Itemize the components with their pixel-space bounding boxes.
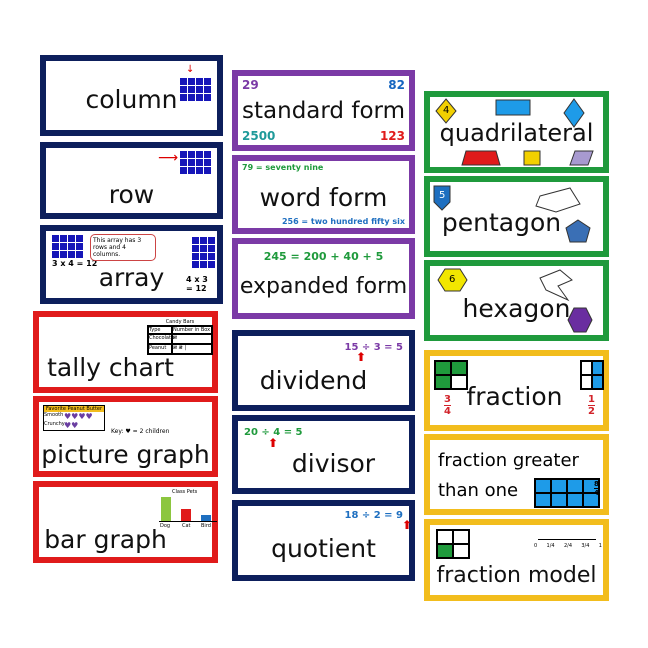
card-standard-form: 29 82 2500 123 standard form [232,70,415,151]
card-picture-graph: Favorite Peanut Butter Smooth ♥♥♥♥ Crunch… [33,396,218,477]
bar-cat [181,509,191,521]
fraction-label: 84 [594,480,599,497]
cell: Chocolate [148,334,174,344]
header: Number in Box [172,326,212,334]
card-fraction-model: 0 1/4 2/4 3/4 1 fraction model [424,519,609,601]
example: 79 = seventy nine [242,163,324,172]
key: Key: ♥ = 2 children [111,428,170,435]
speech-bubble: This array has 3 rows and 4 columns. [90,234,156,261]
arrow-up-icon: ⬆ [402,518,413,532]
card-word: quadrilateral [439,119,594,147]
header: Type [148,326,172,334]
example: 256 = two hundred fifty six [281,217,405,226]
card-column: column ↓ [40,55,223,136]
card-dividend: 15 ÷ 3 = 5 ⬆ dividend [232,330,415,411]
card-word-line2: than one [438,480,519,501]
array-grid [180,151,211,174]
card-word: dividend [259,366,368,395]
number: 4 [443,105,450,116]
card-word: fraction model [436,563,597,588]
fraction-square [534,478,568,508]
card-tally-chart: Candy Bars Type Number in Box Chocolate 𝍸 … [33,311,218,393]
card-word: standard form [242,98,405,124]
number: 29 [242,78,259,92]
arrow-down-icon: ↓ [186,64,195,75]
cell: ♥♥ [64,421,79,430]
bar-chart: Class Pets Dog Cat Bird [157,489,217,529]
fraction-square [436,529,470,559]
example: 245 = 200 + 40 + 5 [263,250,384,263]
example: 18 ÷ 2 = 9 [344,510,403,521]
card-word: row [108,180,155,209]
card-word: bar graph [44,525,167,554]
card-word: quotient [271,534,376,563]
card-array: 3 x 4 = 12 This array has 3 rows and 4 c… [40,225,223,304]
card-word: pentagon [441,208,562,237]
cell: Crunchy [44,421,65,427]
card-hexagon: 6 hexagon [424,260,609,341]
arrow-up-icon: ⬆ [356,350,367,364]
array-grid [180,78,211,101]
card-word: expanded form [239,274,408,299]
cell: ♥♥♥♥ [64,412,93,421]
cell: 𝍸 [172,334,212,344]
card-fraction: 34 12 fraction [424,350,609,431]
card-fraction-greater-than-one: fraction greater than one 84 [424,434,609,515]
number: 123 [379,129,405,143]
picture-table: Favorite Peanut Butter Smooth ♥♥♥♥ Crunch… [43,405,105,431]
cell: Smooth [44,412,64,418]
bar-dog [161,497,171,521]
card-word: hexagon [462,294,571,323]
card-quotient: 18 ÷ 2 = 9 ⬆ quotient [232,500,415,581]
card-row: row ⟶ [40,142,223,219]
card-word: array [98,263,165,292]
card-bar-graph: Class Pets Dog Cat Bird bar graph [33,481,218,563]
card-word: word form [259,183,388,212]
card-quadrilateral: 4 quadrilateral [424,91,609,173]
arrow-up-icon: ⬆ [268,436,279,450]
card-word: fraction [466,382,563,411]
tick-label: 3/4 [581,543,590,549]
tick-label: 1 [598,543,602,549]
tick-label: 2/4 [563,543,572,549]
number: 2500 [242,129,276,143]
example: 15 ÷ 3 = 5 [344,342,403,353]
number-line [538,539,596,540]
tick-label: 1/4 [546,543,555,549]
card-pentagon: 5 pentagon [424,176,609,257]
number: 5 [439,190,446,201]
card-word-line1: fraction greater [438,450,579,471]
arrow-right-icon: ⟶ [158,150,179,166]
card-word: divisor [291,449,376,478]
number: 82 [388,78,405,92]
number: 6 [449,274,456,285]
card-word: picture graph [41,440,210,469]
number-line-ticks: 0 1/4 2/4 3/4 1 [534,543,602,549]
card-expanded-form: 245 = 200 + 40 + 5 expanded form [232,238,415,319]
card-word: tally chart [47,353,174,382]
array-grid [52,235,83,258]
tally-table: Candy Bars Type Number in Box Chocolate 𝍸 … [147,319,213,355]
tick-label: 0 [534,543,538,549]
chart-title: Class Pets [172,489,198,495]
card-divisor: 20 ÷ 4 = 5 ⬆ divisor [232,415,415,494]
card-word-form: 79 = seventy nine word form 256 = two hu… [232,155,415,234]
